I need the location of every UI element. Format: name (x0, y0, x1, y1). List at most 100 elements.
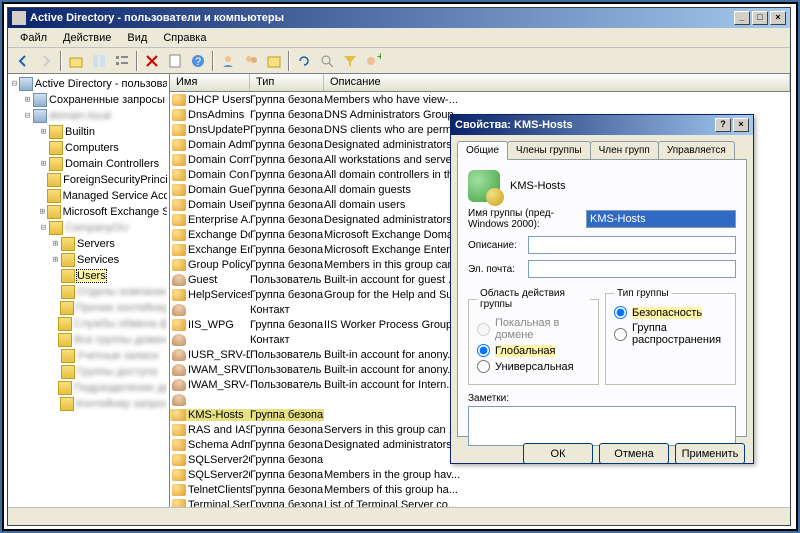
expand-icon[interactable]: ⊞ (22, 95, 33, 105)
maximize-button[interactable]: □ (752, 11, 768, 25)
notes-textarea[interactable] (468, 406, 736, 446)
group-icon (172, 109, 186, 121)
tree-exchange[interactable]: Microsoft Exchange Securit (63, 206, 167, 218)
type-dist-label[interactable]: Группа распространения (632, 322, 727, 346)
help-button[interactable]: ? (187, 50, 209, 72)
group-icon (172, 259, 186, 271)
tree-blur[interactable]: Подразделение два отде (74, 382, 167, 394)
show-hide-button[interactable] (88, 50, 110, 72)
expand-icon[interactable]: ⊟ (38, 223, 49, 233)
expand-icon[interactable]: ⊟ (22, 111, 33, 121)
minimize-button[interactable]: _ (734, 11, 750, 25)
type-fieldset: Тип группы Безопасность Группа распростр… (605, 288, 736, 385)
tree-domain[interactable]: domain.local (49, 110, 111, 122)
up-button[interactable] (65, 50, 87, 72)
tree-company[interactable]: CompanyOU (65, 222, 129, 234)
type-security-label[interactable]: Безопасность (632, 307, 702, 319)
expand-icon[interactable]: ⊟ (10, 79, 19, 89)
prewin-input[interactable] (586, 210, 736, 228)
menu-view[interactable]: Вид (119, 30, 155, 46)
tree-blur[interactable]: Отделы компании (77, 286, 167, 298)
folder-icon (61, 285, 75, 299)
desc-input[interactable] (528, 236, 736, 254)
dialog-close-button[interactable]: × (733, 118, 749, 132)
scope-global-radio[interactable] (477, 344, 490, 357)
type-security-radio[interactable] (614, 306, 627, 319)
tree-dc[interactable]: Domain Controllers (65, 158, 159, 170)
expand-icon[interactable]: ⊞ (50, 255, 61, 265)
group-icon (468, 170, 500, 202)
menu-file[interactable]: Файл (12, 30, 55, 46)
scope-universal-label[interactable]: Универсальная (495, 361, 574, 373)
scope-legend: Область действия группы (477, 288, 590, 310)
list-icon-button[interactable] (111, 50, 133, 72)
tree-blur[interactable]: Прочие контейнеры (76, 302, 167, 314)
close-button[interactable]: × (770, 11, 786, 25)
scope-universal-radio[interactable] (477, 360, 490, 373)
menu-help[interactable]: Справка (155, 30, 214, 46)
new-ou-button[interactable] (263, 50, 285, 72)
tab-general[interactable]: Общие (457, 141, 508, 160)
scope-global-label[interactable]: Глобальная (495, 345, 555, 357)
folder-icon (61, 269, 75, 283)
new-user-button[interactable] (217, 50, 239, 72)
tab-members[interactable]: Члены группы (507, 141, 591, 159)
tab-managed[interactable]: Управляется (658, 141, 735, 159)
scope-fieldset: Область действия группы Покальная в доме… (468, 288, 599, 385)
tree-builtin[interactable]: Builtin (65, 126, 95, 138)
apply-button[interactable]: Применить (675, 443, 745, 464)
cancel-button[interactable]: Отмена (599, 443, 669, 464)
tree-services[interactable]: Services (77, 254, 119, 266)
tree-fsp[interactable]: ForeignSecurityPrincipals (63, 174, 167, 186)
main-titlebar[interactable]: Active Directory - пользователи и компью… (8, 8, 790, 28)
tree-saved-queries[interactable]: Сохраненные запросы (49, 94, 165, 106)
tree-root[interactable]: Active Directory - пользователи и (35, 78, 167, 90)
new-group-button[interactable] (240, 50, 262, 72)
forward-button[interactable] (35, 50, 57, 72)
tree-blur[interactable]: Учетные записи (77, 350, 159, 362)
tree-blur[interactable]: Все группы домена Триа (74, 334, 167, 346)
user-icon (172, 274, 186, 286)
expand-icon[interactable]: ⊞ (38, 207, 47, 217)
type-dist-radio[interactable] (614, 328, 627, 341)
tab-content: KMS-Hosts Имя группы (пред-Windows 2000)… (457, 159, 747, 437)
expand-icon[interactable]: ⊞ (50, 239, 61, 249)
col-type[interactable]: Тип (250, 74, 324, 91)
col-name[interactable]: Имя (170, 74, 250, 91)
group-icon (172, 454, 186, 466)
dialog-help-button[interactable]: ? (715, 118, 731, 132)
tree-panel[interactable]: ⊟ Active Directory - пользователи и ⊞ Сохр… (8, 74, 170, 525)
delete-button[interactable] (141, 50, 163, 72)
list-row[interactable]: TelnetClientsГруппа безопа...Members of … (170, 482, 790, 497)
tab-memberof[interactable]: Член групп (590, 141, 659, 159)
tree-msa[interactable]: Managed Service Accounts (63, 190, 167, 202)
col-desc[interactable]: Описание (324, 74, 790, 91)
tree-users[interactable]: Users (77, 270, 106, 282)
expand-icon[interactable]: ⊞ (38, 159, 49, 169)
group-icon (172, 214, 186, 226)
tree-computers[interactable]: Computers (65, 142, 119, 154)
group-icon (172, 439, 186, 451)
folder-icon (61, 365, 75, 379)
tree-blur[interactable]: Службы обмена файлами (74, 318, 167, 330)
properties-button[interactable] (164, 50, 186, 72)
list-row[interactable]: DHCP UsersГруппа безопа...Members who ha… (170, 92, 790, 107)
tree-blur[interactable]: Группы доступа (77, 366, 157, 378)
group-icon (172, 319, 186, 331)
dialog-tabs: Общие Члены группы Член групп Управляетс… (451, 135, 753, 159)
ok-button[interactable]: ОК (523, 443, 593, 464)
tree-blur[interactable]: Контейнер запросы (76, 398, 167, 410)
folder-icon (58, 333, 72, 347)
add-to-group-button[interactable]: + (362, 50, 384, 72)
find-button[interactable] (316, 50, 338, 72)
email-input[interactable] (528, 260, 736, 278)
back-button[interactable] (12, 50, 34, 72)
menu-action[interactable]: Действие (55, 30, 119, 46)
dialog-titlebar[interactable]: Свойства: KMS-Hosts ? × (451, 115, 753, 135)
expand-icon[interactable]: ⊞ (38, 127, 49, 137)
tree-servers[interactable]: Servers (77, 238, 115, 250)
refresh-button[interactable] (293, 50, 315, 72)
filter-button[interactable] (339, 50, 361, 72)
user-icon (172, 379, 186, 391)
folder-icon (49, 221, 63, 235)
